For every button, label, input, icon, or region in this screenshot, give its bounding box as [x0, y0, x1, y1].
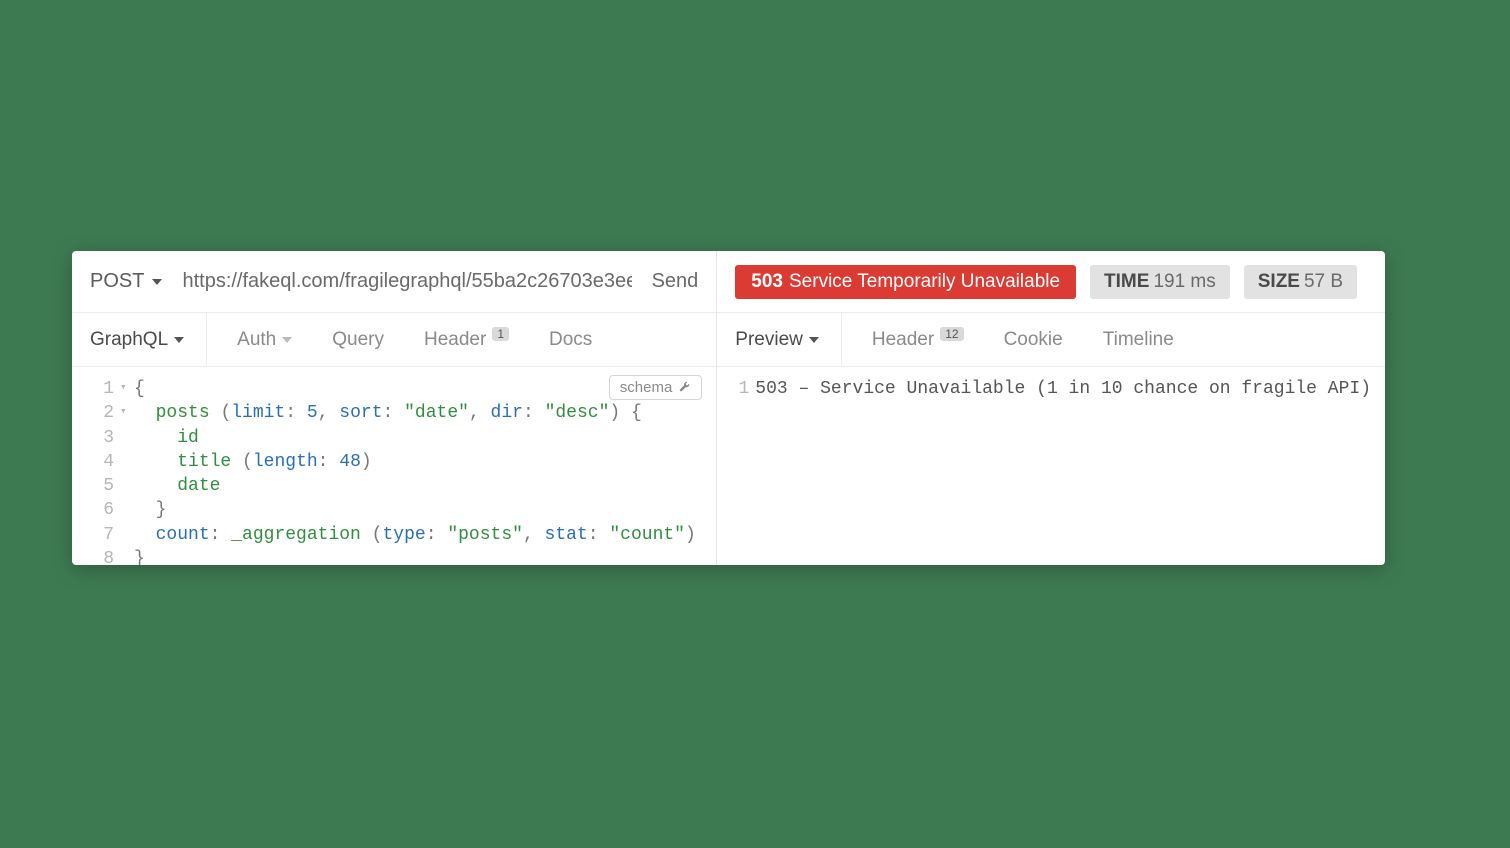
request-tabs: GraphQL Auth Query Header 1 Docs: [72, 313, 716, 367]
code-line: 3 id: [86, 426, 702, 450]
url-bar: POST Send: [72, 251, 716, 313]
line-number: 7: [86, 523, 120, 547]
status-badge: 503 Service Temporarily Unavailable: [735, 265, 1076, 299]
line-number: 1: [86, 377, 120, 401]
line-number: 4: [86, 450, 120, 474]
tab-header[interactable]: Header 1: [404, 313, 529, 366]
http-method-dropdown[interactable]: POST: [90, 270, 176, 293]
tab-timeline[interactable]: Timeline: [1083, 313, 1194, 366]
tab-header-label: Header: [424, 329, 486, 351]
tab-auth[interactable]: Auth: [217, 313, 312, 366]
graphql-editor[interactable]: schema 1 ▾ { 2 ▾ posts (limit: 5, sort: …: [72, 367, 716, 565]
response-header-count-badge: 12: [940, 327, 963, 341]
line-number: 3: [86, 426, 120, 450]
request-pane: POST Send GraphQL Auth Query Header 1: [72, 251, 717, 565]
response-status-row: 503 Service Temporarily Unavailable TIME1…: [717, 251, 1385, 313]
code-line: 8 }: [86, 547, 702, 565]
chevron-down-icon: [809, 337, 819, 343]
schema-button[interactable]: schema: [609, 375, 703, 400]
size-label: SIZE: [1258, 271, 1300, 292]
line-number: 2: [86, 401, 120, 425]
chevron-down-icon: [152, 279, 162, 285]
time-label: TIME: [1104, 271, 1149, 292]
response-body[interactable]: 1 503 – Service Unavailable (1 in 10 cha…: [717, 367, 1385, 565]
code-line: 2 ▾ posts (limit: 5, sort: "date", dir: …: [86, 401, 702, 425]
response-text: 503 – Service Unavailable (1 in 10 chanc…: [755, 377, 1371, 401]
api-client-window: POST Send GraphQL Auth Query Header 1: [72, 251, 1385, 565]
tab-preview-label: Preview: [735, 329, 803, 351]
header-count-badge: 1: [492, 327, 509, 341]
send-button[interactable]: Send: [638, 270, 699, 293]
tab-body-type-label: GraphQL: [90, 329, 168, 351]
size-value: 57 B: [1304, 271, 1343, 292]
response-pane: 503Service Temporarily Unavailable TIME1…: [717, 251, 1385, 565]
status-text: Service Temporarily Unavailable: [789, 271, 1060, 292]
code-line: 5 date: [86, 474, 702, 498]
tab-docs-label: Docs: [549, 329, 592, 351]
tab-query-label: Query: [332, 329, 384, 351]
schema-button-label: schema: [620, 379, 673, 396]
code-line: 4 title (length: 48): [86, 450, 702, 474]
code-line: 6 }: [86, 498, 702, 522]
time-badge: TIME191 ms: [1090, 265, 1230, 299]
http-method-label: POST: [90, 270, 144, 293]
tab-timeline-label: Timeline: [1103, 329, 1174, 351]
url-input[interactable]: [176, 270, 637, 293]
size-badge: SIZE57 B: [1244, 265, 1357, 299]
line-number: 1: [731, 377, 755, 401]
tab-response-header[interactable]: Header 12: [852, 313, 984, 366]
fold-icon[interactable]: ▾: [120, 401, 134, 425]
tab-cookie-label: Cookie: [1004, 329, 1063, 351]
tab-cookie[interactable]: Cookie: [984, 313, 1083, 366]
code-line: 7 count: _aggregation (type: "posts", st…: [86, 523, 702, 547]
tab-response-header-label: Header: [872, 329, 934, 351]
tab-preview[interactable]: Preview: [735, 313, 842, 366]
tab-query[interactable]: Query: [312, 313, 404, 366]
chevron-down-icon: [174, 337, 184, 343]
line-number: 8: [86, 547, 120, 565]
response-tabs: Preview Header 12 Cookie Timeline: [717, 313, 1385, 367]
status-code: 503: [751, 271, 783, 292]
line-number: 5: [86, 474, 120, 498]
tab-docs[interactable]: Docs: [529, 313, 612, 366]
wrench-icon: [678, 381, 691, 394]
tab-body-type[interactable]: GraphQL: [90, 313, 207, 366]
response-line: 1 503 – Service Unavailable (1 in 10 cha…: [731, 377, 1371, 401]
line-number: 6: [86, 498, 120, 522]
fold-icon[interactable]: ▾: [120, 377, 134, 401]
time-value: 191 ms: [1153, 271, 1215, 292]
chevron-down-icon: [282, 337, 292, 343]
tab-auth-label: Auth: [237, 329, 276, 351]
